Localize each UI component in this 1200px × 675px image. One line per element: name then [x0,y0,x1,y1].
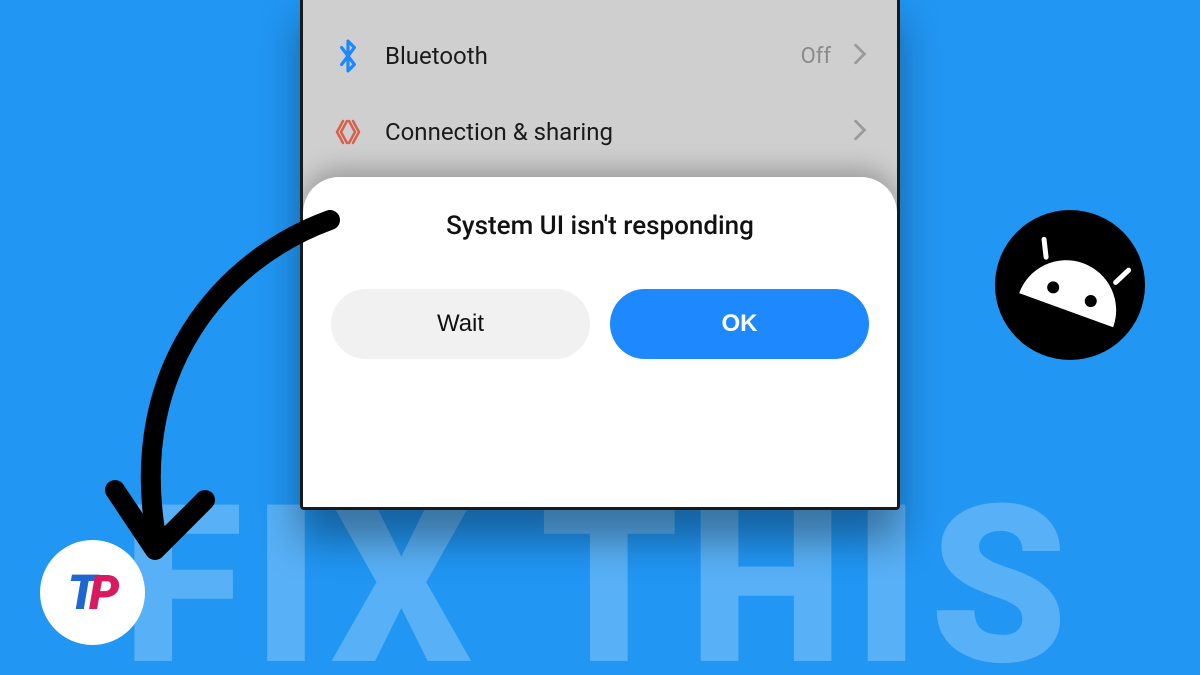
connection-icon [333,117,363,147]
android-icon [995,210,1145,360]
settings-row-bluetooth[interactable]: Bluetooth Off [327,17,873,95]
dialog-button-row: Wait OK [331,289,869,359]
anr-dialog: System UI isn't responding Wait OK [303,177,897,507]
phone-mockup: Bluetooth Off Connection & sharing [300,0,900,510]
bluetooth-icon [333,39,363,73]
chevron-right-icon [853,119,867,145]
settings-row-label: Connection & sharing [385,118,831,146]
dialog-title: System UI isn't responding [331,211,869,241]
settings-row-connection-sharing[interactable]: Connection & sharing [327,95,873,169]
settings-list: Bluetooth Off Connection & sharing [303,0,897,169]
logo-letter: P [89,564,117,621]
settings-row-value: Off [801,44,831,69]
ok-button[interactable]: OK [610,289,869,359]
settings-row-label: Bluetooth [385,42,779,70]
chevron-right-icon [853,43,867,69]
arrow-annotation-icon [70,200,370,600]
tp-logo: T P [40,540,145,645]
